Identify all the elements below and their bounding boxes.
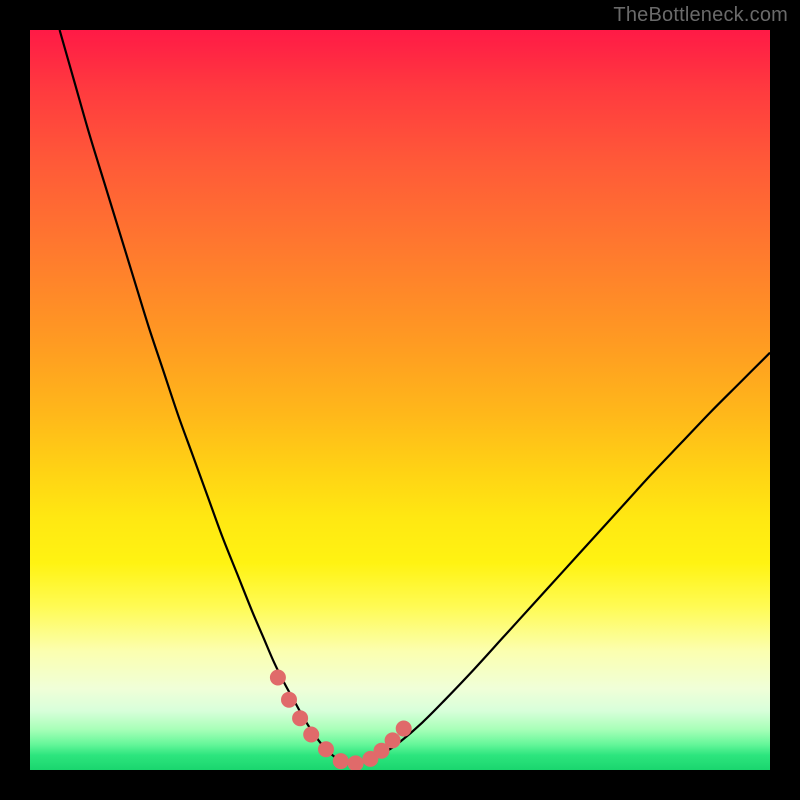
marker-dot [385,732,401,748]
marker-dot [303,726,319,742]
chart-svg [30,30,770,770]
marker-dot [292,710,308,726]
plot-area [30,30,770,770]
marker-dot [318,741,334,757]
outer-frame: TheBottleneck.com [0,0,800,800]
watermark-text: TheBottleneck.com [613,4,788,27]
marker-dot [281,692,297,708]
marker-dot [396,721,412,737]
marker-dot [270,670,286,686]
bottleneck-curve [60,30,770,764]
bottom-markers [270,670,412,771]
marker-dot [333,753,349,769]
marker-dot [348,755,364,770]
